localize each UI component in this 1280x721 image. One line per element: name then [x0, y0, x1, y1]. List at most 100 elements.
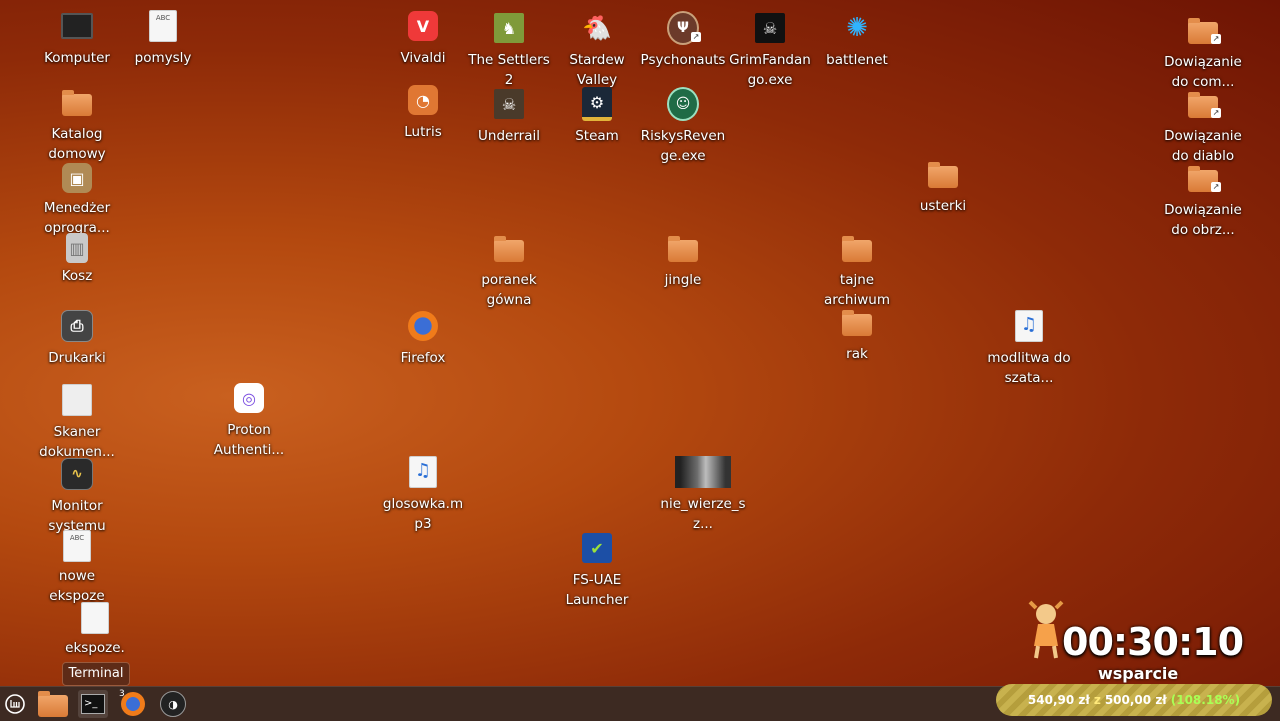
riskys-revenge-icon[interactable]: ☺ RiskysRevenge.exe [640, 87, 726, 166]
psychonauts-desktop-icon[interactable]: Ψ ↗ Psychonauts [640, 11, 726, 70]
progress-percent: (108.18%) [1170, 693, 1241, 707]
plain-document-icon [81, 602, 109, 634]
icon-label: Vivaldi [400, 50, 446, 66]
icon-label: Kosz [61, 268, 93, 284]
music-note-icon: ♫ [409, 456, 437, 488]
terminal-tooltip: Terminal [62, 662, 130, 686]
system-monitor-desktop-icon[interactable]: ∿ Monitor systemu [34, 458, 120, 536]
scanner-desktop-icon[interactable]: Skaner dokumen... [34, 384, 120, 462]
home-icon [62, 90, 92, 116]
fsuae-launcher-icon[interactable]: ✔ FS-UAE Launcher [554, 532, 640, 610]
icon-label: glosowka.mp3 [382, 496, 464, 532]
icon-label: Skaner dokumen... [39, 424, 115, 460]
mint-menu-icon [5, 694, 25, 714]
icon-label: modlitwa do szata... [987, 350, 1071, 386]
folder-icon [494, 236, 524, 262]
link-com-folder-icon[interactable]: ↗ Dowiązanie do com... [1160, 14, 1246, 92]
software-manager-icon[interactable]: ▣ Menedżer oprogra... [34, 162, 120, 238]
video-thumbnail-icon [675, 456, 731, 488]
link-diablo-folder-icon[interactable]: ↗ Dowiązanie do diablo [1160, 88, 1246, 166]
icon-label: poranek gówna [481, 272, 537, 308]
nowe-ekspoze-file-icon[interactable]: ABC nowe ekspoze [34, 530, 120, 606]
icon-label: Drukarki [48, 350, 106, 366]
icon-label: rak [846, 346, 868, 362]
lutris-desktop-icon[interactable]: ◔ Lutris [380, 84, 466, 142]
mascot-image [1026, 600, 1066, 660]
lutris-logo-icon: ◔ [408, 85, 438, 115]
support-progress-bar: 540,90 zł z 500,00 zł (108.18%) [996, 684, 1272, 716]
printers-desktop-icon[interactable]: ⎙ Drukarki [34, 310, 120, 368]
support-label: wsparcie [1098, 664, 1179, 683]
stream-timer: 00:30:10 [1062, 620, 1244, 664]
fsuae-logo-icon: ✔ [582, 533, 612, 563]
jingle-folder-icon[interactable]: jingle [640, 232, 726, 290]
riskys-revenge-logo-icon: ☺ [667, 87, 699, 121]
vivaldi-desktop-icon[interactable]: V Vivaldi [380, 10, 466, 68]
link-obrz-folder-icon[interactable]: ↗ Dowiązanie do obrz... [1160, 162, 1246, 240]
skull-icon: ☠ [755, 13, 785, 43]
obs-logo-icon: ◑ [160, 691, 186, 717]
icon-label: tajne archiwum [823, 272, 890, 308]
monitor-icon [61, 13, 93, 39]
firefox-logo-icon [408, 311, 438, 341]
folder-icon [928, 162, 958, 188]
music-note-icon: ♫ [1015, 310, 1043, 342]
shortcut-arrow-icon: ↗ [1211, 34, 1221, 44]
tajne-archiwum-folder-icon[interactable]: tajne archiwum [814, 232, 900, 310]
glosowka-audio-icon[interactable]: ♫ glosowka.mp3 [380, 456, 466, 534]
shortcut-arrow-icon: ↗ [691, 32, 701, 42]
battlenet-desktop-icon[interactable]: ✺ battlenet [814, 12, 900, 70]
icon-label: nie_wierze_sz... [660, 496, 746, 532]
icon-label: Steam [575, 128, 619, 144]
menu-button[interactable] [0, 690, 30, 718]
firefox-launcher-button[interactable] [118, 690, 148, 718]
desktop: Komputer ABC pomysly Katalog domowy ▣ Me… [0, 0, 1280, 686]
proton-logo-icon: ◎ [234, 383, 264, 413]
icon-label: The Settlers 2 [468, 52, 550, 88]
trash-desktop-icon[interactable]: ▥ Kosz [34, 232, 120, 286]
files-launcher-button[interactable] [38, 690, 68, 718]
icon-label: Proton Authenti... [213, 422, 285, 458]
ekspoze-file-icon[interactable]: ekspoze. [52, 602, 138, 658]
icon-label: pomysly [134, 50, 192, 66]
icon-label: Firefox [400, 350, 446, 366]
text-document-icon: ABC [63, 530, 91, 562]
folder-icon [38, 691, 68, 717]
goal-amount: 500,00 zł [1104, 693, 1167, 707]
firefox-logo-icon [121, 692, 145, 716]
steam-logo-icon: ⚙ [582, 87, 612, 121]
rak-folder-icon[interactable]: rak [814, 306, 900, 364]
icon-label: RiskysRevenge.exe [640, 128, 726, 164]
nie-wierze-video-icon[interactable]: nie_wierze_sz... [660, 456, 746, 534]
steam-desktop-icon[interactable]: ⚙ Steam [554, 87, 640, 146]
shortcut-arrow-icon: ↗ [1211, 182, 1221, 192]
grimfandango-desktop-icon[interactable]: ☠ GrimFandango.exe [727, 12, 813, 90]
settlers-desktop-icon[interactable]: ♞ The Settlers 2 [466, 12, 552, 90]
usterki-folder-icon[interactable]: usterki [900, 158, 986, 216]
of-word: z [1093, 693, 1101, 707]
icon-label: Komputer [44, 50, 110, 66]
icon-label: Dowiązanie do obrz... [1164, 202, 1242, 238]
raised-amount: 540,90 zł [1027, 693, 1090, 707]
activity-monitor-icon: ∿ [61, 458, 93, 490]
terminal-icon: >_ [81, 694, 105, 714]
proton-authenticator-icon[interactable]: ◎ Proton Authenti... [206, 382, 292, 460]
computer-desktop-icon[interactable]: Komputer [34, 10, 120, 68]
pomysly-file-icon[interactable]: ABC pomysly [120, 10, 206, 68]
icon-label: FS-UAE Launcher [565, 572, 629, 608]
home-folder-icon[interactable]: Katalog domowy [34, 86, 120, 164]
folder-icon [842, 310, 872, 336]
chicken-icon: 🐔 [582, 14, 612, 42]
settlers-game-icon: ♞ [494, 13, 524, 43]
obs-launcher-button[interactable]: ◑ [158, 690, 188, 718]
icon-label: Katalog domowy [48, 126, 106, 162]
firefox-desktop-icon[interactable]: Firefox [380, 310, 466, 368]
poranek-folder-icon[interactable]: poranek gówna [466, 232, 552, 310]
modlitwa-audio-icon[interactable]: ♫ modlitwa do szata... [986, 310, 1072, 388]
scanner-icon [62, 384, 92, 416]
icon-label: Lutris [404, 124, 442, 140]
underrail-desktop-icon[interactable]: ☠ Underrail [466, 88, 552, 146]
stardew-desktop-icon[interactable]: 🐔 Stardew Valley [554, 12, 640, 90]
terminal-launcher-button[interactable]: >_ [78, 690, 108, 718]
icon-label: ekspoze. [65, 640, 125, 656]
